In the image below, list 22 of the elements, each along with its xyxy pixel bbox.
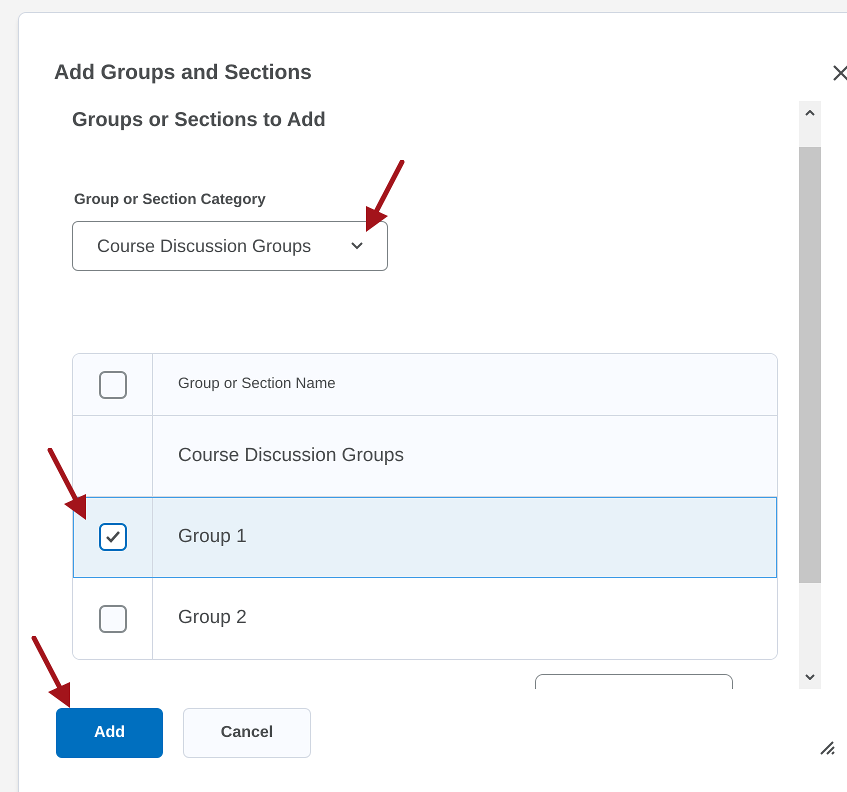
table-row[interactable]: Group 1 <box>73 497 777 578</box>
resize-grip-icon[interactable] <box>819 740 835 754</box>
add-button[interactable]: Add <box>56 708 163 758</box>
section-heading: Groups or Sections to Add <box>72 108 327 132</box>
checkbox[interactable] <box>98 523 126 551</box>
chevron-down-icon <box>351 242 363 250</box>
dialog-title: Add Groups and Sections <box>54 60 312 86</box>
checkbox[interactable] <box>98 370 126 398</box>
column-header: Group or Section Name <box>178 374 336 394</box>
checkmark-icon <box>104 530 120 544</box>
scroll-up-icon[interactable] <box>805 110 815 116</box>
category-select[interactable]: Course Discussion Groups <box>72 221 388 271</box>
scroll-down-icon[interactable] <box>805 674 815 680</box>
table-row[interactable]: Group 2 <box>73 578 777 659</box>
scrollbar[interactable] <box>799 100 821 688</box>
category-label: Group or Section Category <box>74 190 267 210</box>
group-name: Group 1 <box>178 524 247 549</box>
group-name: Group 2 <box>178 606 247 630</box>
category-name: Course Discussion Groups <box>178 444 404 468</box>
cancel-button[interactable]: Cancel <box>183 708 311 758</box>
close-icon[interactable] <box>831 62 847 83</box>
checkbox[interactable] <box>98 604 126 632</box>
